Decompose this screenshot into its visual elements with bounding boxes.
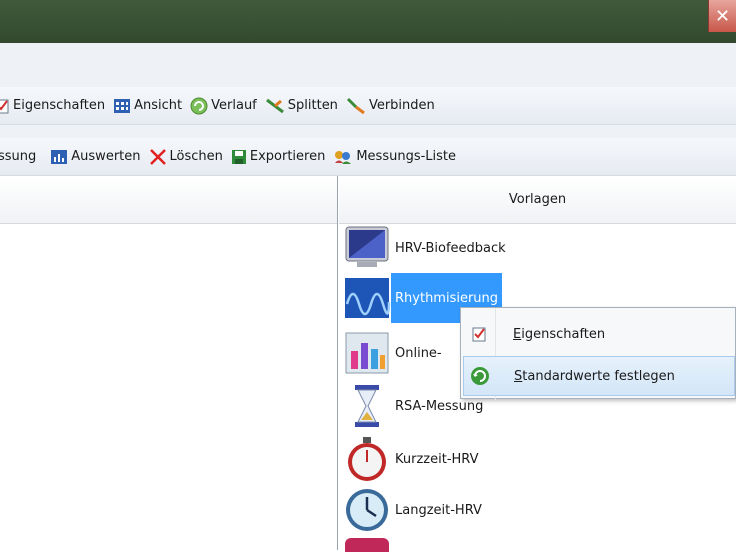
measurement-list-button[interactable]: Messungs-Liste bbox=[333, 144, 456, 170]
close-button[interactable]: ✕ bbox=[708, 0, 736, 32]
monitor-icon bbox=[345, 226, 389, 267]
stopwatch-icon bbox=[348, 437, 386, 481]
properties-icon bbox=[0, 99, 9, 113]
measurements-pane bbox=[0, 176, 338, 550]
history-icon bbox=[190, 97, 208, 114]
toolbar-bottom: ssung Auswerten Löschen Exportieren Mess… bbox=[0, 138, 736, 176]
template-item-langzeit-hrv[interactable]: Langzeit-HRV bbox=[343, 485, 484, 535]
menu-bar bbox=[0, 43, 736, 87]
history-button[interactable]: Verlauf bbox=[190, 93, 257, 119]
hourglass-icon bbox=[355, 385, 379, 427]
connect-icon bbox=[346, 97, 365, 114]
evaluate-icon bbox=[51, 149, 68, 164]
view-button[interactable]: Ansicht bbox=[113, 93, 182, 119]
split-button[interactable]: Splitten bbox=[265, 93, 338, 119]
templates-header[interactable]: Vorlagen bbox=[339, 176, 736, 224]
delete-button[interactable]: Löschen bbox=[149, 144, 223, 170]
split-icon bbox=[265, 98, 284, 113]
measurement-list-icon bbox=[335, 150, 352, 164]
toolbar-gap bbox=[0, 125, 736, 138]
connect-button[interactable]: Verbinden bbox=[346, 93, 435, 119]
properties-icon bbox=[472, 327, 486, 342]
template-item-hrv-biofeedback[interactable]: HRV-Biofeedback bbox=[343, 223, 508, 273]
bar-chart-icon bbox=[345, 332, 389, 374]
measurement-button[interactable]: ssung bbox=[0, 144, 36, 170]
refresh-icon bbox=[471, 367, 489, 385]
wave-icon bbox=[345, 278, 391, 318]
export-icon bbox=[231, 149, 246, 164]
close-icon: ✕ bbox=[714, 5, 731, 27]
properties-button[interactable]: Eigenschaften bbox=[0, 93, 105, 119]
toolbar-top: Eigenschaften Ansicht Verlauf Splitten V… bbox=[0, 87, 736, 125]
menu-item-set-defaults[interactable]: Standardwerte festlegen bbox=[463, 356, 735, 396]
title-bar bbox=[0, 0, 736, 43]
view-grid-icon bbox=[114, 98, 131, 113]
context-menu: Eigenschaften Standardwerte festlegen bbox=[460, 307, 736, 400]
export-button[interactable]: Exportieren bbox=[231, 144, 325, 170]
clock-icon bbox=[346, 489, 388, 531]
menu-item-properties[interactable]: Eigenschaften bbox=[463, 314, 735, 354]
measurements-header[interactable] bbox=[0, 176, 337, 224]
template-item-online[interactable]: Online- bbox=[343, 328, 444, 378]
evaluate-button[interactable]: Auswerten bbox=[50, 144, 141, 170]
template-item-kurzzeit-hrv[interactable]: Kurzzeit-HRV bbox=[343, 434, 481, 484]
delete-icon bbox=[149, 148, 166, 165]
